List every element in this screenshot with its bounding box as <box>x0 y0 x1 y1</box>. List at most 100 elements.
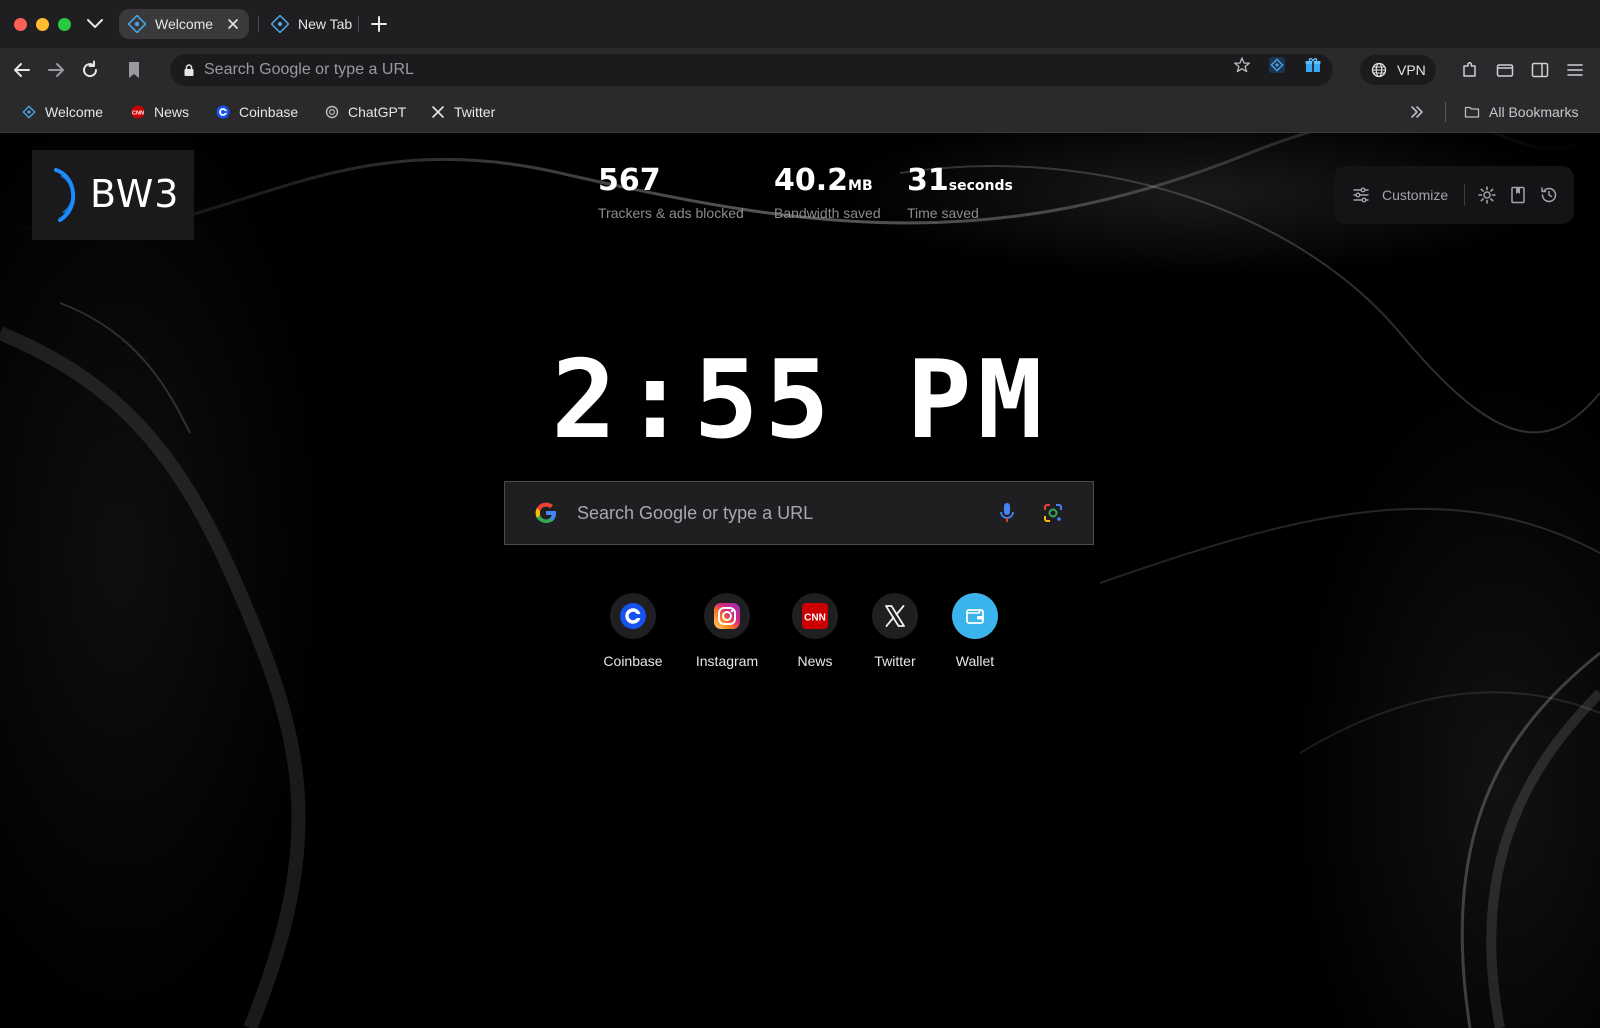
shortcuts-row: Coinbase Instagram CNN News Twitter Wall… <box>0 593 1600 683</box>
shortcut-coinbase[interactable]: Coinbase <box>588 593 678 669</box>
stat-value: 40.2 <box>774 163 849 198</box>
stat-trackers-blocked: 567 Trackers & ads blocked <box>598 163 744 221</box>
shortcut-label: Coinbase <box>603 653 663 669</box>
back-arrow-icon[interactable] <box>10 58 34 82</box>
stat-time-saved: 31seconds Time saved <box>907 163 1013 221</box>
wallet-icon <box>966 609 984 624</box>
bw3-logo: BW3 <box>32 150 194 240</box>
bookmark-welcome[interactable]: Welcome <box>22 92 103 132</box>
stat-value: 31 <box>907 163 949 198</box>
bookmark-chatgpt[interactable]: ChatGPT <box>325 92 406 132</box>
tab-strip: Welcome New Tab <box>0 0 1600 48</box>
bw3-icon <box>22 105 36 119</box>
microphone-icon[interactable] <box>997 501 1017 525</box>
reload-icon[interactable] <box>78 58 102 82</box>
bookmark-label: News <box>154 104 190 120</box>
star-icon[interactable] <box>1233 56 1251 74</box>
globe-icon <box>1371 62 1387 78</box>
sliders-icon <box>1353 187 1369 203</box>
tab-welcome[interactable]: Welcome <box>119 9 249 39</box>
google-search-box[interactable]: Search Google or type a URL <box>504 481 1094 545</box>
maximize-window-button[interactable] <box>58 18 71 31</box>
instagram-icon <box>714 603 740 629</box>
minimize-window-button[interactable] <box>36 18 49 31</box>
all-bookmarks-label: All Bookmarks <box>1489 104 1579 120</box>
bookmark-twitter[interactable]: Twitter <box>431 92 495 132</box>
bookmarks-divider <box>1445 102 1446 122</box>
vpn-button[interactable]: VPN <box>1360 55 1436 85</box>
tab-label: Welcome <box>155 16 214 32</box>
google-lens-icon[interactable] <box>1041 501 1065 525</box>
background-swirl-decoration <box>0 133 1600 1028</box>
tab-label: New Tab <box>298 16 353 32</box>
bw3-tab-icon <box>128 15 146 33</box>
bw3-tab-icon <box>271 15 289 33</box>
extensions-puzzle-icon[interactable] <box>1460 60 1480 80</box>
google-g-icon <box>535 502 556 523</box>
shortcut-news[interactable]: CNN News <box>770 593 860 669</box>
bookmark-label: Welcome <box>45 104 104 120</box>
bookmark-icon[interactable] <box>122 58 146 82</box>
toolbar: Search Google or type a URL VPN <box>0 48 1600 92</box>
customize-divider <box>1464 184 1465 206</box>
shortcut-label: Instagram <box>695 653 759 669</box>
gift-icon[interactable] <box>1304 56 1322 74</box>
stat-value: 567 <box>598 163 661 198</box>
customize-button[interactable]: Customize <box>1352 166 1448 224</box>
close-tab-icon[interactable] <box>226 17 240 31</box>
chatgpt-icon <box>325 105 339 119</box>
shortcut-label: Wallet <box>955 653 995 669</box>
svg-text:CNN: CNN <box>804 613 826 624</box>
stat-label: Bandwidth saved <box>774 205 881 221</box>
shortcut-label: News <box>797 653 833 669</box>
sidebar-toggle-icon[interactable] <box>1530 60 1550 80</box>
bw3-extension-icon[interactable] <box>1268 56 1286 74</box>
bookmark-label: ChatGPT <box>348 104 407 120</box>
double-chevron-right-icon[interactable] <box>1409 104 1425 120</box>
svg-text:CNN: CNN <box>132 110 144 116</box>
bookmark-label: Coinbase <box>239 104 299 120</box>
shortcut-instagram[interactable]: Instagram <box>682 593 772 669</box>
all-bookmarks-button[interactable]: All Bookmarks <box>1464 92 1578 132</box>
history-icon[interactable] <box>1539 185 1559 205</box>
settings-gear-icon[interactable] <box>1477 185 1497 205</box>
bookmark-coinbase[interactable]: Coinbase <box>216 92 298 132</box>
clock: 2:55 PM <box>551 338 1049 463</box>
new-tab-page: BW3 567 Trackers & ads blocked 40.2MB Ba… <box>0 133 1600 1028</box>
tab-divider <box>358 16 359 32</box>
cnn-icon: CNN <box>802 603 828 629</box>
forward-arrow-icon[interactable] <box>44 58 68 82</box>
stat-label: Trackers & ads blocked <box>598 205 744 221</box>
vpn-label: VPN <box>1397 62 1426 78</box>
menu-icon[interactable] <box>1565 60 1585 80</box>
search-placeholder: Search Google or type a URL <box>577 502 814 523</box>
close-window-button[interactable] <box>14 18 27 31</box>
shortcut-icon-container <box>872 593 918 639</box>
x-icon <box>885 605 905 627</box>
wallet-toolbar-icon[interactable] <box>1495 60 1515 80</box>
logo-text: BW3 <box>90 172 180 216</box>
coinbase-icon <box>216 105 230 119</box>
stat-unit: seconds <box>948 178 1013 194</box>
shortcut-label: Twitter <box>874 653 916 669</box>
stat-bandwidth-saved: 40.2MB Bandwidth saved <box>774 163 881 221</box>
stat-label: Time saved <box>907 205 979 221</box>
bookmarks-panel-icon[interactable] <box>1508 185 1528 205</box>
bookmarks-bar: Welcome CNN News Coinbase ChatGPT Twitte… <box>0 92 1600 133</box>
cnn-icon: CNN <box>131 105 145 119</box>
customize-label: Customize <box>1382 187 1449 203</box>
x-icon <box>432 106 444 118</box>
shortcut-icon-container <box>610 593 656 639</box>
shortcut-wallet[interactable]: Wallet <box>930 593 1020 669</box>
tab-search-chevron-icon[interactable] <box>84 12 106 34</box>
bw3-logo-mark-icon <box>54 168 76 222</box>
stat-unit: MB <box>848 178 873 194</box>
shortcut-twitter[interactable]: Twitter <box>850 593 940 669</box>
address-bar[interactable]: Search Google or type a URL <box>170 54 1333 86</box>
tab-divider <box>258 16 259 32</box>
tab-new-tab[interactable]: New Tab <box>262 9 362 39</box>
shortcut-icon-container <box>704 593 750 639</box>
bookmark-news[interactable]: CNN News <box>131 92 189 132</box>
new-tab-plus-icon[interactable] <box>368 13 390 35</box>
lock-icon <box>184 64 194 76</box>
